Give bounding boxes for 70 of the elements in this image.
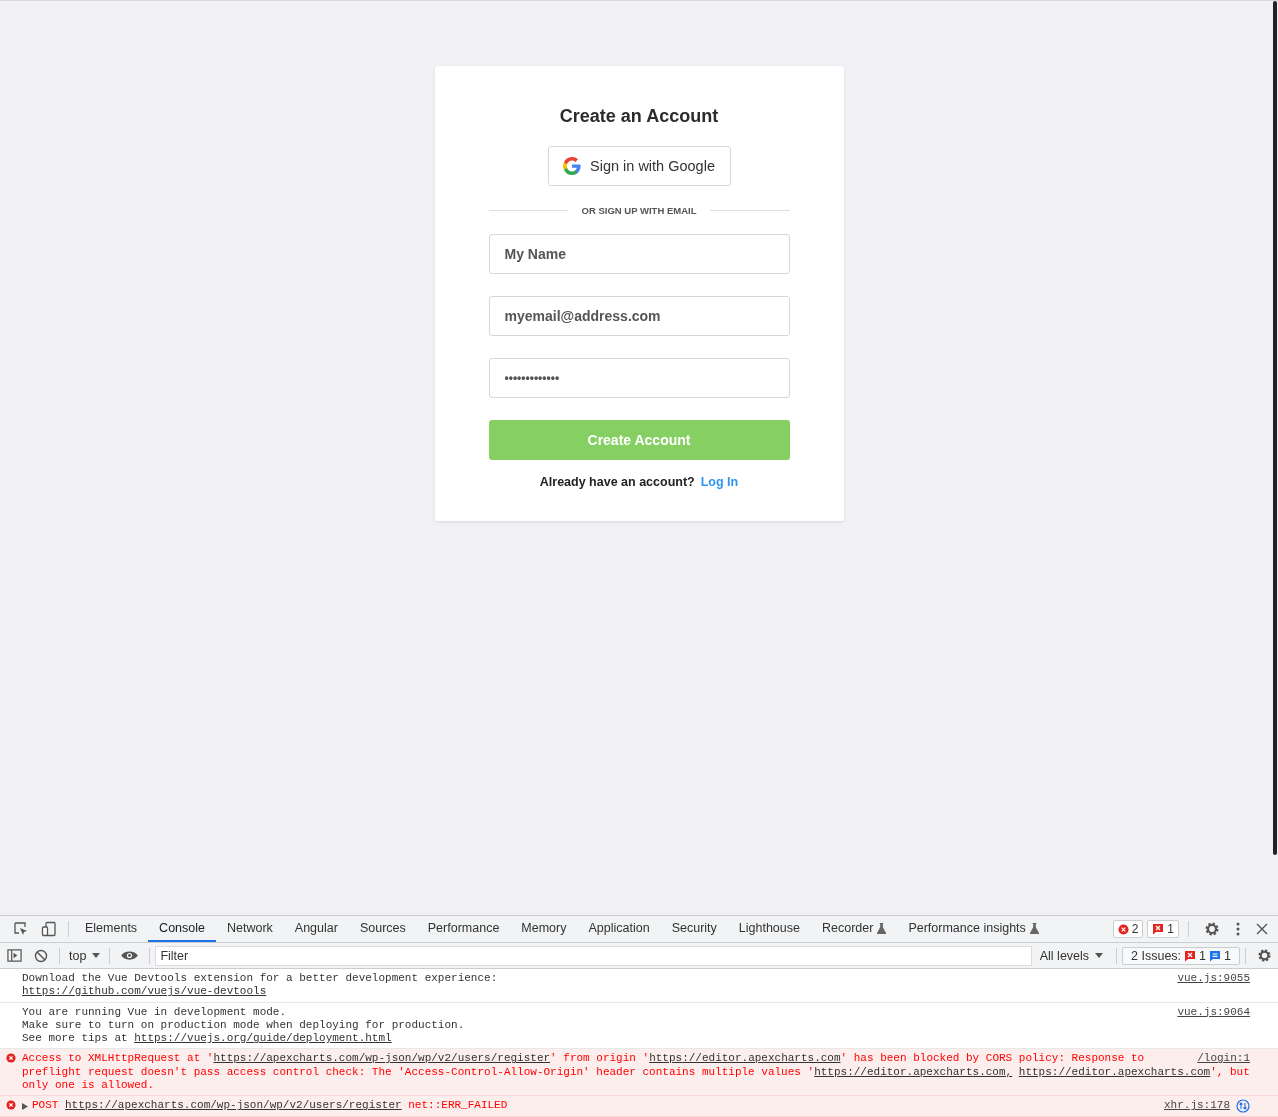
- sidebar-toggle-icon[interactable]: [7, 948, 22, 963]
- devtools-tab[interactable]: Application: [577, 916, 661, 942]
- issue-info-icon: [1209, 949, 1222, 962]
- inspect-icon[interactable]: [13, 921, 29, 937]
- devtools-tab[interactable]: Network: [216, 916, 284, 942]
- context-dropdown[interactable]: top: [65, 948, 105, 963]
- message-text: POST: [32, 1099, 60, 1113]
- message-text: Download the Vue Devtools extension for a better development experience:: [22, 972, 498, 986]
- console-settings-icon[interactable]: [1257, 948, 1272, 963]
- account-prompt: Already have an account?: [539, 475, 695, 489]
- message-link[interactable]: https://github.com/vuejs/vue-devtools: [22, 985, 267, 999]
- error-icon: [6, 1100, 16, 1111]
- message-link[interactable]: https://editor.apexcharts.com,: [814, 1065, 1013, 1080]
- message-link[interactable]: https://vuejs.org/guide/deployment.html: [134, 1032, 392, 1046]
- message-text: preflight request doesn't pass access control check: The 'Access-Control-Allow-Origin' header contains multiple values ': [22, 1065, 815, 1080]
- issues-button[interactable]: 2 Issues: 1 1: [1122, 946, 1240, 965]
- message-link[interactable]: https://editor.apexcharts.com: [649, 1052, 841, 1066]
- more-options-icon[interactable]: [1236, 921, 1240, 937]
- message-text: See more tips at: [22, 1032, 129, 1046]
- devtools-tab[interactable]: Elements: [74, 916, 149, 942]
- message-link[interactable]: https://editor.apexcharts.com: [1018, 1065, 1211, 1080]
- close-icon[interactable]: [1256, 923, 1268, 935]
- message-text: Make sure to turn on production mode when deploying for production.: [22, 1018, 465, 1033]
- log-levels-dropdown[interactable]: All levels: [1031, 948, 1112, 963]
- eye-icon[interactable]: [121, 950, 139, 961]
- devtools-tab[interactable]: Security: [660, 916, 728, 942]
- google-signin-button[interactable]: Sign in with Google: [547, 146, 731, 186]
- devtools-tab[interactable]: Performance: [416, 916, 511, 942]
- message-text: You are running Vue in development mode.: [22, 1005, 287, 1019]
- form-title: Create an Account: [559, 105, 719, 128]
- devtools-tab[interactable]: Sources: [348, 916, 417, 942]
- devtools-tab[interactable]: Angular: [283, 916, 349, 942]
- devtools-tab[interactable]: Memory: [510, 916, 578, 942]
- source-link[interactable]: /login:1: [1197, 1052, 1250, 1066]
- devtools-tab[interactable]: Lighthouse: [727, 916, 811, 942]
- source-link[interactable]: xhr.js:178: [1164, 1099, 1230, 1113]
- message-link[interactable]: https://apexcharts.com/wp-json/wp/v2/users/register: [213, 1052, 551, 1066]
- flask-icon: [877, 922, 887, 934]
- settings-icon[interactable]: [1204, 921, 1220, 937]
- name-field[interactable]: My Name: [488, 234, 790, 274]
- message-link[interactable]: https://apexcharts.com/wp-json/wp/v2/users/register: [65, 1099, 402, 1113]
- scrollbar[interactable]: [1273, 1, 1277, 855]
- divider-label: OR SIGN UP WITH EMAIL: [581, 205, 697, 216]
- caret-icon: [1095, 952, 1104, 959]
- issue-count-badge[interactable]: 1: [1147, 920, 1179, 938]
- flask-icon: [1029, 922, 1039, 934]
- error-count-badge[interactable]: 2: [1112, 920, 1144, 938]
- password-field[interactable]: •••••••••••••: [488, 358, 790, 398]
- filter-field[interactable]: Filter: [155, 945, 1032, 966]
- message-text: Access to XMLHttpRequest at ': [22, 1052, 214, 1066]
- network-request-icon[interactable]: [1236, 1099, 1250, 1114]
- devtools-tab[interactable]: Recorder: [811, 916, 898, 942]
- message-text: ' from origin ': [550, 1052, 650, 1066]
- error-icon: [6, 1053, 16, 1064]
- caret-icon: [92, 952, 101, 959]
- message-text: ', but: [1210, 1065, 1250, 1080]
- expand-arrow-icon[interactable]: [22, 1102, 28, 1110]
- devtools-tab[interactable]: Performance insights: [897, 916, 1050, 942]
- message-text: ' has been blocked by CORS policy: Response to: [840, 1052, 1145, 1066]
- message-text: net::ERR_FAILED: [407, 1099, 508, 1113]
- error-icon: [1117, 923, 1129, 935]
- google-g-icon: [563, 157, 582, 175]
- issue-error-icon: [1152, 923, 1165, 935]
- source-link[interactable]: vue.js:9064: [1177, 1005, 1250, 1019]
- email-field[interactable]: myemail@address.com: [488, 296, 790, 336]
- message-text: only one is allowed.: [22, 1079, 155, 1093]
- source-link[interactable]: vue.js:9055: [1177, 972, 1250, 986]
- clear-console-icon[interactable]: [34, 948, 48, 963]
- device-toolbar-icon[interactable]: [41, 921, 57, 937]
- issue-error-icon: [1184, 949, 1197, 962]
